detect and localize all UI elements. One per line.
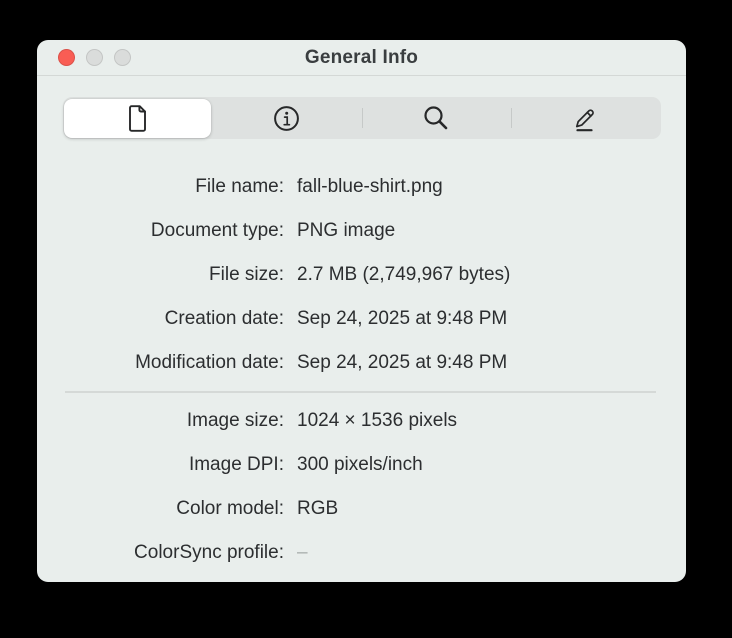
row-value: RGB [297,498,339,519]
row-modification-date: Modification date: Sep 24, 2025 at 9:48 … [37,341,686,385]
info-icon [273,105,300,132]
row-label: File size: [209,264,284,285]
row-label: File name: [195,176,284,197]
row-value: Sep 24, 2025 at 9:48 PM [297,308,508,329]
document-icon [126,104,149,132]
section-divider [65,391,656,393]
row-color-model: Color model: RGB [37,487,686,531]
row-label: Image DPI: [188,454,284,475]
tab-search[interactable] [363,99,510,138]
info-rows: File name: fall-blue-shirt.png Document … [37,165,686,575]
row-image-size: Image size: 1024 × 1536 pixels [37,399,686,443]
row-value: 1024 × 1536 pixels [297,410,458,431]
row-value: fall-blue-shirt.png [297,176,443,197]
row-document-type: Document type: PNG image [37,209,686,253]
tab-general-info[interactable] [64,98,211,138]
row-colorsync-profile: ColorSync profile: – [37,531,686,575]
row-file-name: File name: fall-blue-shirt.png [37,165,686,209]
window-title: General Info [304,46,419,68]
close-button[interactable] [58,49,75,66]
row-label: Creation date: [164,308,284,329]
minimize-button [86,49,103,66]
row-image-dpi: Image DPI: 300 pixels/inch [37,443,686,487]
row-value: 300 pixels/inch [297,454,423,475]
row-label: ColorSync profile: [134,542,284,563]
row-file-size: File size: 2.7 MB (2,749,967 bytes) [37,253,686,297]
row-value: PNG image [297,220,396,241]
search-icon [423,105,449,131]
segment-divider [511,108,512,128]
row-value: Sep 24, 2025 at 9:48 PM [297,352,508,373]
general-info-window: General Info File name: fall-blue-shirt.… [37,40,686,582]
row-label: Color model: [176,498,284,519]
window-controls [58,40,131,75]
row-value: 2.7 MB (2,749,967 bytes) [297,264,511,285]
row-label: Document type: [150,220,284,241]
tab-more-info[interactable] [214,99,361,138]
inspector-segmented-control [62,97,661,139]
row-creation-date: Creation date: Sep 24, 2025 at 9:48 PM [37,297,686,341]
markup-icon [573,104,599,132]
title-bar: General Info [37,40,686,76]
row-value: – [297,542,308,563]
row-label: Modification date: [135,352,284,373]
row-label: Image size: [186,410,284,431]
zoom-button [114,49,131,66]
tab-markup[interactable] [513,99,660,138]
